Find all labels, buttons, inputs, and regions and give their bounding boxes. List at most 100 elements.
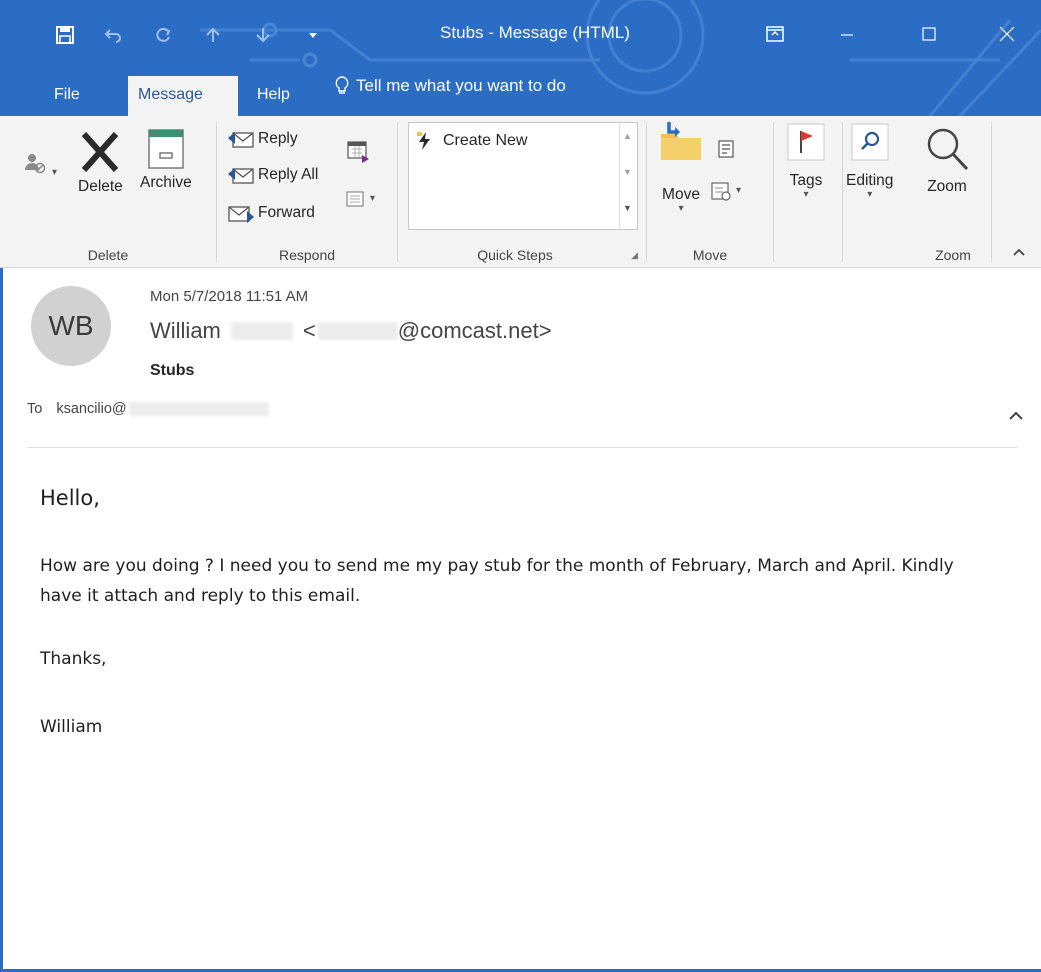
reply-all-label: Reply All xyxy=(258,166,319,183)
respond-group-label: Respond xyxy=(278,247,336,263)
quick-steps-scrollbar[interactable]: ▲ ▼ ▼ xyxy=(619,123,637,229)
quick-step-label: Create New xyxy=(443,132,528,149)
reply-icon xyxy=(228,132,254,148)
tags-button[interactable]: Tags ▾ xyxy=(786,122,826,200)
ignore-icon xyxy=(25,154,46,174)
sender-name: William xyxy=(150,318,221,343)
rules-icon xyxy=(718,140,734,158)
collapse-ribbon-icon[interactable] xyxy=(1012,244,1026,262)
reply-button[interactable]: Reply xyxy=(227,126,298,152)
lightbulb-icon xyxy=(335,76,349,94)
ignore-button[interactable] xyxy=(22,150,52,176)
undo-icon[interactable] xyxy=(98,20,128,50)
more-respond-dropdown-icon: ▾ xyxy=(370,193,376,204)
header-divider xyxy=(27,447,1017,448)
title-bar: Stubs - Message (HTML) File Message Help… xyxy=(0,0,1041,116)
previous-item-icon[interactable] xyxy=(198,20,228,50)
delete-button[interactable]: Delete xyxy=(78,130,123,196)
sent-date: Mon 5/7/2018 11:51 AM xyxy=(150,288,309,305)
scroll-down-icon[interactable]: ▼ xyxy=(623,167,632,177)
ignore-dropdown-icon[interactable]: ▾ xyxy=(52,168,57,178)
meeting-button[interactable] xyxy=(345,138,374,164)
delete-group: ▾ Delete Archive Delete xyxy=(0,116,216,267)
meeting-icon xyxy=(347,141,369,163)
next-item-icon[interactable] xyxy=(248,20,278,50)
rules-button[interactable] xyxy=(715,136,740,162)
body-paragraph: How are you doing ? I need you to send m… xyxy=(40,556,954,606)
minimize-icon[interactable] xyxy=(824,14,870,54)
delete-group-label: Delete xyxy=(87,247,129,263)
editing-button[interactable]: Editing ▾ xyxy=(846,122,893,200)
move-button[interactable]: Move ▾ xyxy=(657,120,705,214)
move-group-label: Move xyxy=(692,247,728,263)
customize-quick-access-icon[interactable] xyxy=(298,20,328,50)
window-title: Stubs - Message (HTML) xyxy=(440,23,630,42)
recipient-address[interactable]: ksancilio@ xyxy=(56,401,126,417)
ribbon-display-options-icon[interactable] xyxy=(752,14,798,54)
zoom-group: Zoom Zoom xyxy=(915,116,991,267)
to-label: To xyxy=(27,401,43,417)
more-respond-button[interactable]: ▾ xyxy=(345,186,375,212)
avatar: WB xyxy=(31,286,111,366)
sender-email-open: < xyxy=(302,318,316,343)
reply-all-button[interactable]: Reply All xyxy=(227,162,318,188)
forward-label: Forward xyxy=(258,204,315,221)
archive-label: Archive xyxy=(140,174,192,191)
save-icon[interactable] xyxy=(50,20,80,50)
quick-steps-gallery: Create New ▲ ▼ ▼ xyxy=(408,122,638,230)
quick-step-create-new[interactable]: Create New xyxy=(415,131,527,151)
zoom-button[interactable]: Zoom xyxy=(923,126,971,196)
dialog-launcher-icon[interactable]: ◢ xyxy=(631,250,638,261)
reading-pane: WB Mon 5/7/2018 11:51 AM William < @comc… xyxy=(0,268,1041,972)
quick-steps-group: Create New ▲ ▼ ▼ Quick Steps ◢ xyxy=(398,116,646,267)
flag-icon xyxy=(787,123,825,161)
redacted-recipient-domain xyxy=(128,402,269,416)
editing-dropdown-icon: ▾ xyxy=(867,189,873,200)
editing-label: Editing xyxy=(846,172,894,189)
more-respond-icon xyxy=(346,191,364,207)
onenote-button[interactable]: ▾ xyxy=(709,178,741,204)
tab-help[interactable]: Help xyxy=(247,76,300,116)
close-icon[interactable] xyxy=(984,14,1030,54)
move-group: Move ▾ ▾ Move xyxy=(647,116,773,267)
tags-group: Tags ▾ xyxy=(774,116,842,267)
editing-group: Editing ▾ xyxy=(843,116,915,267)
zoom-label: Zoom xyxy=(927,178,967,195)
find-icon xyxy=(851,123,889,161)
collapse-header-icon[interactable] xyxy=(1008,408,1032,428)
group-separator xyxy=(991,122,992,262)
redo-icon[interactable] xyxy=(148,20,178,50)
actions-icon xyxy=(711,182,731,201)
respond-group: Reply Reply All Forward ▾ Respond xyxy=(217,116,397,267)
scroll-up-icon[interactable]: ▲ xyxy=(623,131,632,141)
tab-message[interactable]: Message xyxy=(128,76,238,116)
move-dropdown-icon: ▾ xyxy=(678,203,684,214)
forward-icon xyxy=(228,206,254,223)
reply-all-icon xyxy=(228,168,254,184)
delete-label: Delete xyxy=(78,178,123,195)
body-greeting: Hello, xyxy=(40,486,100,510)
ribbon: ▾ Delete Archive Delete Reply Reply All … xyxy=(0,116,1041,268)
quick-steps-group-label: Quick Steps xyxy=(477,247,553,263)
body-signature: William xyxy=(40,717,103,737)
delete-x-icon xyxy=(82,132,119,172)
maximize-icon[interactable] xyxy=(906,14,952,54)
tell-me-search[interactable]: Tell me what you want to do xyxy=(334,76,566,96)
actions-dropdown-icon: ▾ xyxy=(736,185,742,196)
subject: Stubs xyxy=(150,362,195,379)
tags-dropdown-icon: ▾ xyxy=(803,189,809,200)
redacted-email-user xyxy=(317,322,398,340)
redacted-last-name xyxy=(230,322,293,340)
reply-label: Reply xyxy=(258,130,298,147)
sender[interactable]: William < @comcast.net> xyxy=(150,318,552,344)
move-label: Move xyxy=(662,186,700,203)
tab-file[interactable]: File xyxy=(44,76,90,116)
archive-button[interactable]: Archive xyxy=(140,126,192,192)
sender-email-domain: @comcast.net> xyxy=(397,318,552,343)
expand-gallery-icon[interactable]: ▼ xyxy=(623,203,632,213)
forward-button[interactable]: Forward xyxy=(227,200,315,226)
window-title-bar: Stubs - Message (HTML) xyxy=(0,0,1041,66)
lightning-icon xyxy=(417,132,430,150)
folder-move-icon xyxy=(661,122,701,160)
zoom-group-label: Zoom xyxy=(935,247,971,263)
